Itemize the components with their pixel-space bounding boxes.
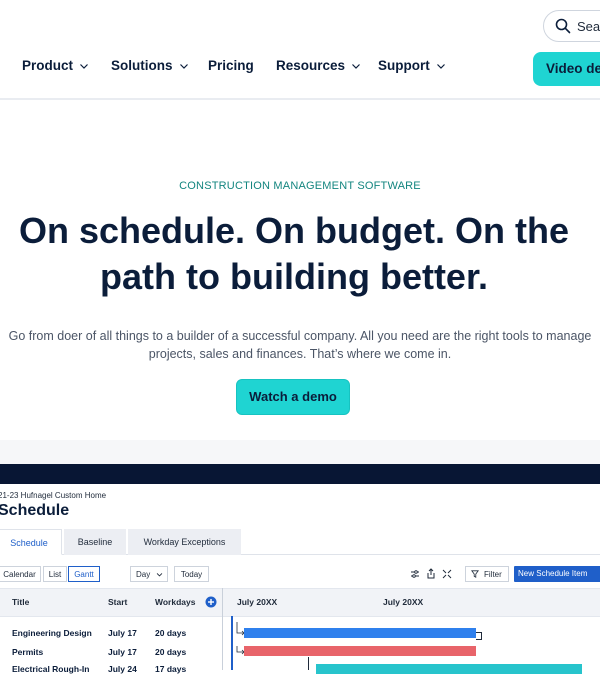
nav-support-label: Support: [378, 58, 430, 73]
hero-subtitle-line-1: Go from doer of all things to a builder …: [8, 329, 592, 343]
tab-workday-exceptions[interactable]: Workday Exceptions: [128, 529, 241, 555]
tab-workday-exceptions-label: Workday Exceptions: [143, 537, 226, 547]
add-column-icon[interactable]: [205, 596, 217, 608]
chevron-down-icon: [80, 63, 88, 69]
watch-demo-label: Watch a demo: [249, 389, 337, 404]
settings-sliders-icon[interactable]: [410, 569, 420, 579]
gantt-bar-engineering-design[interactable]: [244, 628, 476, 638]
view-gantt-label: Gantt: [74, 570, 94, 579]
tab-baseline-label: Baseline: [77, 537, 113, 547]
hero-title-line-1: On schedule. On budget. On the: [18, 210, 570, 251]
today-label: Today: [180, 570, 203, 579]
share-icon[interactable]: [426, 568, 436, 579]
hero-subtitle-line-2: projects, sales and finances. That’s whe…: [148, 347, 452, 361]
scale-select[interactable]: Day: [130, 566, 168, 582]
row-title: Permits: [12, 647, 44, 657]
hero-title: On schedule. On budget. On the path to b…: [0, 208, 588, 300]
collapse-icon[interactable]: [442, 569, 452, 579]
gantt-bar-permits[interactable]: [244, 646, 476, 656]
tab-schedule[interactable]: Schedule: [0, 529, 62, 555]
nav-pricing-label: Pricing: [208, 58, 254, 73]
today-marker: [231, 616, 233, 670]
video-demo-label: Video de: [546, 61, 600, 76]
app-top-bar: [0, 464, 600, 484]
chevron-down-icon: [436, 63, 445, 69]
chevron-down-icon: [156, 573, 163, 577]
chevron-down-icon: [179, 63, 188, 69]
nav-product[interactable]: Product: [22, 58, 89, 73]
row-title: Engineering Design: [12, 628, 92, 638]
view-gantt-button[interactable]: Gantt: [68, 566, 100, 582]
timeline-header-1: July 20XX: [237, 597, 278, 607]
row-workdays: 20 days: [155, 647, 187, 657]
timeline-header-2: July 20XX: [383, 597, 424, 607]
search-label: Sear: [577, 19, 600, 34]
view-list-button[interactable]: List: [43, 566, 67, 582]
nav-pricing[interactable]: Pricing: [208, 58, 254, 73]
gantt-bar-electrical-rough-in[interactable]: [316, 664, 582, 674]
column-workdays: Workdays: [155, 597, 196, 607]
view-calendar-label: Calendar: [3, 570, 36, 579]
page-title: Schedule: [0, 502, 70, 519]
row-start: July 17: [108, 647, 137, 657]
row-workdays: 20 days: [155, 628, 187, 638]
new-schedule-item-label: New Schedule Item: [518, 569, 588, 578]
breadcrumb: 21-23 Hufnagel Custom Home: [0, 491, 107, 500]
scale-select-value: Day: [136, 570, 151, 579]
row-start: July 17: [108, 628, 137, 638]
filter-label: Filter: [484, 570, 502, 579]
filter-button[interactable]: Filter: [465, 566, 509, 582]
new-schedule-item-button[interactable]: New Schedule Item: [514, 566, 600, 582]
column-title: Title: [12, 597, 30, 607]
row-start: July 24: [108, 664, 137, 674]
watch-demo-button[interactable]: Watch a demo: [236, 379, 350, 415]
tab-schedule-label: Schedule: [10, 538, 48, 548]
chevron-down-icon: [352, 63, 360, 69]
nav-resources-label: Resources: [276, 58, 346, 73]
gantt-divider: [222, 588, 223, 670]
search-field[interactable]: Sear: [543, 10, 600, 42]
nav-solutions-label: Solutions: [111, 58, 173, 73]
view-calendar-button[interactable]: Calendar: [0, 566, 41, 582]
today-button[interactable]: Today: [174, 566, 209, 582]
hero-title-line-2: path to building better.: [100, 256, 488, 297]
filter-icon: [471, 570, 479, 578]
search-icon: [555, 18, 571, 34]
nav-product-label: Product: [22, 58, 74, 73]
column-start: Start: [108, 597, 128, 607]
hero-subtitle: Go from doer of all things to a builder …: [0, 327, 600, 363]
video-demo-button[interactable]: Video de: [533, 52, 600, 86]
row-workdays: 17 days: [155, 664, 187, 674]
row-title: Electrical Rough-In: [12, 664, 90, 674]
bar-connector: [308, 657, 309, 670]
view-list-label: List: [48, 570, 62, 579]
hero-eyebrow: CONSTRUCTION MANAGEMENT SOFTWARE: [179, 180, 421, 192]
nav-resources[interactable]: Resources: [276, 58, 361, 73]
top-navigation-bar: [0, 0, 600, 100]
bar-connector: [476, 632, 482, 640]
tab-baseline[interactable]: Baseline: [64, 529, 126, 555]
nav-support[interactable]: Support: [378, 58, 446, 73]
table-header: [0, 588, 600, 617]
nav-solutions[interactable]: Solutions: [111, 58, 189, 73]
section-divider: [0, 440, 600, 464]
